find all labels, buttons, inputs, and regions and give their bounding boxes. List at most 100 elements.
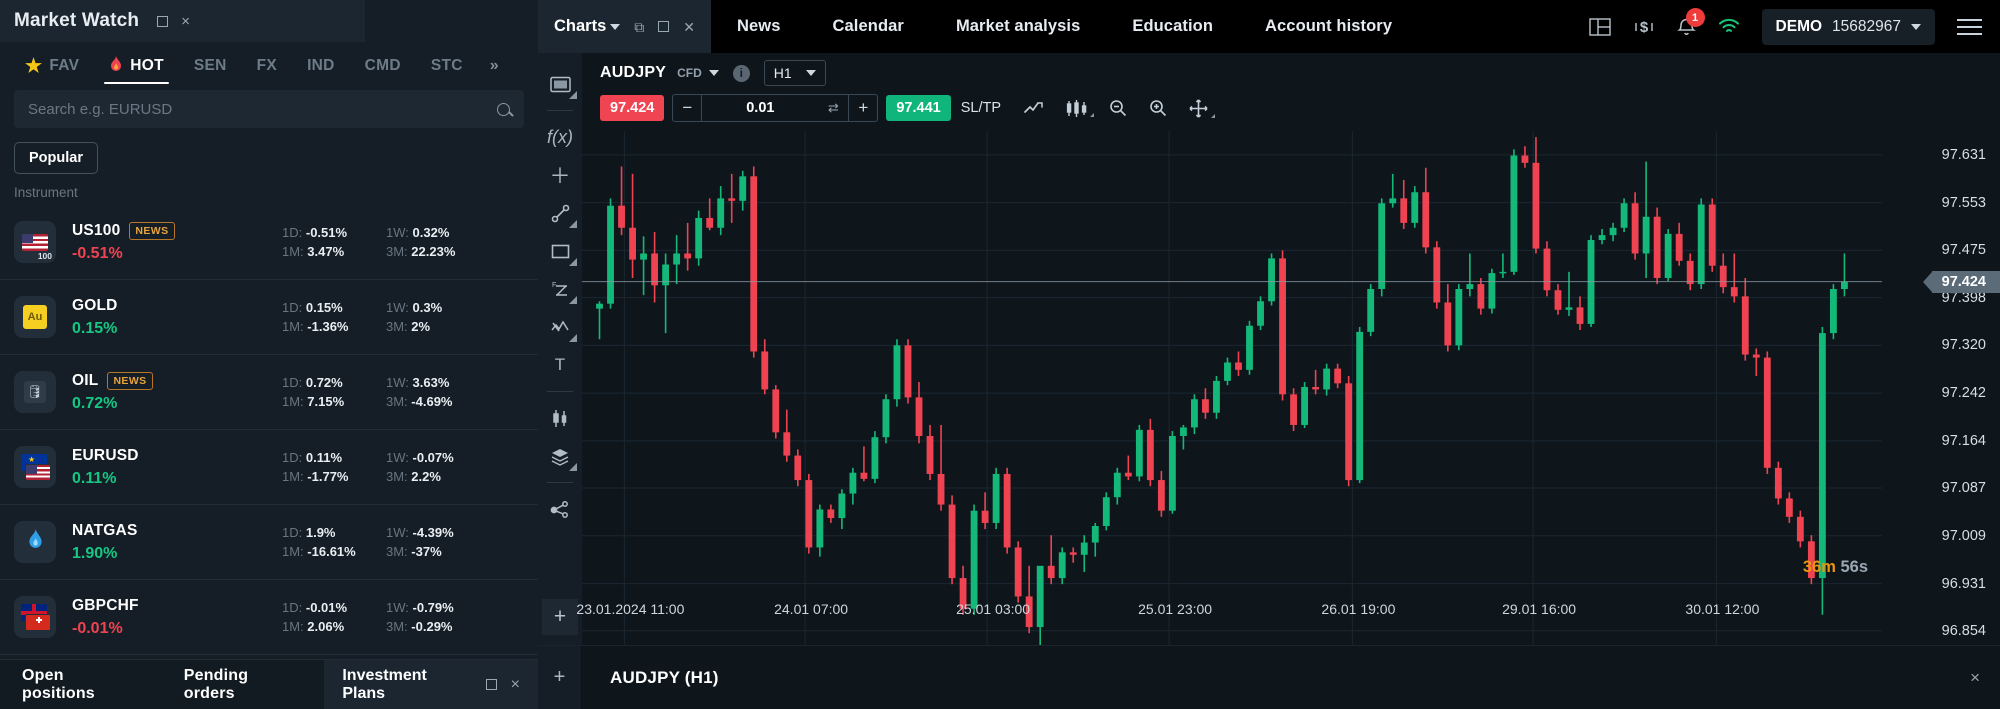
- bell-icon[interactable]: 1: [1676, 8, 1705, 37]
- add-tab-button[interactable]: +: [538, 645, 582, 709]
- volume-decrease-button[interactable]: −: [673, 95, 701, 121]
- list-item[interactable]: 🛢 OIL NEWS 0.72% 1D: 0.72% 1M: 7.15% 1W:…: [0, 355, 538, 430]
- trendline-icon[interactable]: [540, 194, 580, 232]
- close-icon[interactable]: ×: [181, 14, 190, 29]
- candlestick-icon[interactable]: [1055, 99, 1098, 117]
- nav-calendar[interactable]: Calendar: [807, 17, 930, 36]
- maximize-icon[interactable]: [485, 679, 497, 690]
- filter-chip-popular[interactable]: Popular: [14, 142, 98, 174]
- info-icon[interactable]: i: [732, 64, 750, 82]
- stat-value: 3.47%: [307, 244, 345, 259]
- chart-symbol-kind: CFD: [677, 66, 702, 80]
- tab-stc[interactable]: STC: [416, 42, 478, 90]
- time-tick-label: 25.01 03:00: [956, 601, 1031, 617]
- indicators-fx-icon[interactable]: f(x): [540, 118, 580, 156]
- price-axis[interactable]: 97.631 97.553 97.475 97.398 97.320 97.242 97.1…: [1882, 131, 2000, 645]
- volume-switch-icon[interactable]: ⇄: [818, 100, 848, 116]
- maximize-icon[interactable]: [658, 21, 670, 32]
- tab-sen[interactable]: SEN: [179, 42, 242, 90]
- list-item[interactable]: 100 US100 NEWS -0.51% 1D: -0.51% 1M: 3.4…: [0, 205, 538, 280]
- stat-value: 22.23%: [411, 244, 456, 259]
- stat-key: 1M:: [282, 469, 304, 484]
- fibonacci-icon[interactable]: F: [540, 270, 580, 308]
- price-tick-label: 97.475: [1941, 242, 1986, 259]
- tab-hot[interactable]: HOT: [94, 42, 179, 90]
- volume-increase-button[interactable]: +: [849, 95, 877, 121]
- search-input[interactable]: [28, 100, 497, 118]
- list-item[interactable]: EURUSD 0.11% 1D: 0.11% 1M: -1.77% 1W: -0…: [0, 430, 538, 505]
- sell-price-button[interactable]: 97.424: [600, 95, 665, 121]
- tab-fav[interactable]: ★ FAV: [10, 42, 94, 90]
- nav-education[interactable]: Education: [1106, 17, 1239, 36]
- price-tick-label: 97.320: [1941, 337, 1986, 354]
- maximize-icon[interactable]: [157, 15, 169, 27]
- bottom-tab-open-positions[interactable]: Open positions: [0, 667, 162, 703]
- news-badge[interactable]: NEWS: [107, 371, 153, 390]
- chevron-down-icon[interactable]: [805, 70, 816, 76]
- list-item[interactable]: Au GOLD 0.15% 1D: 0.15% 1M: -1.36% 1W: 0…: [0, 280, 538, 355]
- dollar-icon[interactable]: $: [1633, 17, 1655, 37]
- chevron-down-icon[interactable]: [610, 23, 621, 30]
- tab-ind[interactable]: IND: [292, 42, 350, 90]
- sltp-button[interactable]: SL/TP: [961, 100, 1001, 116]
- list-item[interactable]: NATGAS 1.90% 1D: 1.9% 1M: -16.61% 1W: -4…: [0, 505, 538, 580]
- close-icon[interactable]: ×: [511, 676, 520, 694]
- rectangle-icon[interactable]: [540, 232, 580, 270]
- search-box[interactable]: [14, 90, 524, 128]
- share-icon[interactable]: [540, 490, 580, 528]
- buy-price-button[interactable]: 97.441: [886, 95, 951, 121]
- nav-market-analysis[interactable]: Market analysis: [930, 17, 1106, 36]
- stat-key: 3M:: [386, 394, 408, 409]
- zoom-in-icon[interactable]: [1138, 99, 1178, 117]
- search-icon[interactable]: [497, 102, 510, 116]
- stat-key: 3M:: [386, 619, 408, 634]
- time-axis[interactable]: 23.01.2024 11:00 24.01 07:00 25.01 03:00 25…: [576, 601, 1882, 623]
- stat-value: 0.72%: [305, 375, 343, 390]
- volume-input[interactable]: 0.01: [702, 100, 818, 116]
- charts-tab-label: Charts: [554, 17, 607, 35]
- layers-icon[interactable]: [540, 437, 580, 475]
- add-chart-icon[interactable]: +: [542, 599, 578, 635]
- popout-icon[interactable]: ⧉: [634, 20, 644, 34]
- layout-icon[interactable]: [1588, 17, 1611, 36]
- chevron-down-icon[interactable]: [708, 70, 719, 76]
- list-item[interactable]: GBPCHF -0.01% 1D: -0.01% 1M: 2.06% 1W: -…: [0, 580, 538, 655]
- eu-us-flag-icon: [14, 446, 56, 488]
- news-badge[interactable]: NEWS: [129, 221, 175, 240]
- charts-tab[interactable]: Charts ⧉ ✕: [538, 0, 711, 53]
- svg-text:$: $: [1639, 19, 1648, 36]
- crosshair-move-icon[interactable]: [1178, 98, 1219, 118]
- tab-fx[interactable]: FX: [242, 42, 292, 90]
- nav-news[interactable]: News: [711, 17, 807, 36]
- tab-cmd[interactable]: CMD: [350, 42, 416, 90]
- close-icon[interactable]: ✕: [683, 20, 695, 34]
- crosshair-icon[interactable]: ＋: [540, 156, 580, 194]
- nav-account-history[interactable]: Account history: [1239, 17, 1418, 36]
- timeframe-selector[interactable]: H1: [763, 60, 826, 86]
- current-price-label[interactable]: 97.424: [1931, 270, 2000, 293]
- tabs-overflow-icon[interactable]: »: [478, 57, 511, 75]
- close-icon[interactable]: ×: [1970, 668, 2000, 688]
- text-tool-icon[interactable]: T: [540, 346, 580, 384]
- chart-tab-title[interactable]: AUDJPY (H1): [582, 668, 719, 688]
- bottom-tab-pending-orders[interactable]: Pending orders: [162, 667, 325, 703]
- stat-value: -0.07%: [412, 450, 454, 465]
- filter-chips: Popular: [0, 128, 538, 176]
- candlestick-plot[interactable]: 97.631 97.553 97.475 97.398 97.320 97.242 97.1…: [576, 131, 2000, 658]
- account-selector[interactable]: DEMO 15682967: [1761, 8, 1935, 45]
- hamburger-menu-icon[interactable]: [1957, 18, 1982, 35]
- vertical-compare-icon[interactable]: [540, 399, 580, 437]
- zoom-out-icon[interactable]: [1098, 99, 1138, 117]
- tab-fav-label: FAV: [49, 57, 80, 74]
- wifi-icon[interactable]: [1718, 18, 1740, 35]
- chart-type-icon[interactable]: [540, 65, 580, 103]
- stat-key: 1M:: [282, 319, 304, 334]
- stat-value: -0.79%: [412, 600, 454, 615]
- main-area: Charts ⧉ ✕ News Calendar Market analysis…: [538, 0, 2000, 709]
- gold-icon: Au: [14, 296, 56, 338]
- line-chart-icon[interactable]: [1013, 101, 1055, 115]
- elliott-wave-icon[interactable]: [540, 308, 580, 346]
- bottom-tab-investment-plans[interactable]: Investment Plans ×: [324, 659, 538, 709]
- market-watch-titlebar: Market Watch ×: [0, 0, 365, 42]
- chevron-down-icon[interactable]: [1911, 23, 1921, 30]
